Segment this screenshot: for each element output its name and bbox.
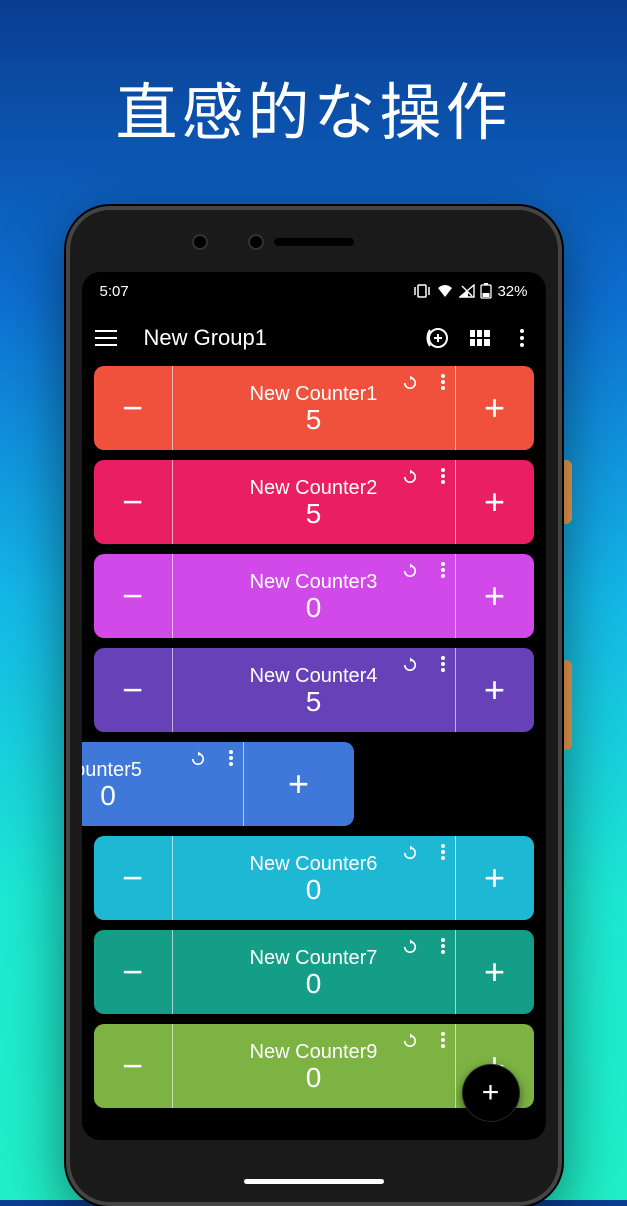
counter-row: −New Counter25+ [94,460,534,544]
counter-menu-button[interactable] [441,938,445,954]
reset-button[interactable] [401,468,419,491]
more-vert-icon [520,329,524,347]
counter-value: 0 [306,594,322,622]
increment-button[interactable]: + [456,460,534,544]
grid-view-button[interactable] [468,326,492,350]
counter-row: −New Counter45+ [94,648,534,732]
increment-button[interactable]: + [456,930,534,1014]
counter-value: 5 [306,406,322,434]
wifi-icon [436,284,454,298]
increment-button[interactable]: + [456,554,534,638]
decrement-button[interactable]: − [94,554,172,638]
counter-row: −New Counter60+ [94,836,534,920]
decrement-button[interactable]: − [94,648,172,732]
reset-button[interactable] [401,374,419,397]
counter-body[interactable]: New Counter30 [172,554,456,638]
status-bar: 5:07 32% [82,272,546,310]
phone-screen: 5:07 32% New Group1 −Ne [82,272,546,1140]
add-circle-icon [426,326,450,350]
counter-body[interactable]: New Counter25 [172,460,456,544]
reset-button[interactable] [401,562,419,585]
increment-button[interactable]: + [456,366,534,450]
counter-list: −New Counter15+−New Counter25+−New Count… [82,366,546,1108]
counter-name: New Counter6 [250,853,378,876]
counter-menu-button[interactable] [441,468,445,484]
menu-button[interactable] [94,326,118,350]
vibrate-icon [413,284,431,298]
nav-gesture-bar [244,1179,384,1184]
hamburger-icon [95,330,117,346]
phone-frame: 5:07 32% New Group1 −Ne [66,206,562,1206]
counter-menu-button[interactable] [441,844,445,860]
counter-name: New Counter9 [250,1041,378,1064]
reset-button[interactable] [189,750,207,773]
counter-menu-button[interactable] [441,1032,445,1048]
overflow-menu-button[interactable] [510,326,534,350]
counter-name: New Counter3 [250,571,378,594]
counter-name: ounter5 [82,759,142,782]
counter-row: ounter50+ [82,742,354,826]
decrement-button[interactable]: − [94,836,172,920]
app-title: New Group1 [144,325,408,351]
decrement-button[interactable]: − [94,366,172,450]
counter-row: −New Counter70+ [94,930,534,1014]
camera-icon [248,234,264,250]
counter-menu-button[interactable] [441,656,445,672]
promo-headline: 直感的な操作 [0,0,627,152]
fab-add-button[interactable]: + [462,1064,520,1122]
counter-value: 0 [306,1064,322,1092]
battery-icon [480,283,492,299]
grid-icon [470,330,490,346]
counter-value: 5 [306,500,322,528]
reset-button[interactable] [401,656,419,679]
status-time: 5:07 [100,283,129,300]
counter-body[interactable]: New Counter60 [172,836,456,920]
counter-body[interactable]: ounter50 [82,742,244,826]
increment-button[interactable]: + [456,836,534,920]
reset-button[interactable] [401,844,419,867]
increment-button[interactable]: + [456,648,534,732]
decrement-button[interactable]: − [94,460,172,544]
counter-menu-button[interactable] [441,562,445,578]
counter-row: −New Counter15+ [94,366,534,450]
counter-body[interactable]: New Counter45 [172,648,456,732]
counter-name: New Counter2 [250,477,378,500]
counter-row: −New Counter30+ [94,554,534,638]
counter-name: New Counter7 [250,947,378,970]
increment-button[interactable]: + [244,742,354,826]
counter-value: 0 [306,876,322,904]
counter-body[interactable]: New Counter90 [172,1024,456,1108]
add-circle-button[interactable] [426,326,450,350]
decrement-button[interactable]: − [94,930,172,1014]
counter-value: 5 [306,688,322,716]
counter-value: 0 [306,970,322,998]
counter-value: 0 [100,782,116,810]
counter-menu-button[interactable] [229,750,233,766]
phone-side-button [560,660,572,750]
reset-button[interactable] [401,938,419,961]
reset-button[interactable] [401,1032,419,1055]
counter-name: New Counter1 [250,383,378,406]
speaker-grille [274,238,354,246]
app-bar: New Group1 [82,310,546,366]
counter-menu-button[interactable] [441,374,445,390]
camera-icon [192,234,208,250]
counter-body[interactable]: New Counter70 [172,930,456,1014]
plus-icon: + [482,1076,500,1110]
counter-body[interactable]: New Counter15 [172,366,456,450]
phone-side-button [560,460,572,524]
counter-name: New Counter4 [250,665,378,688]
signal-icon [459,284,475,298]
battery-percent: 32% [497,283,527,300]
decrement-button[interactable]: − [94,1024,172,1108]
